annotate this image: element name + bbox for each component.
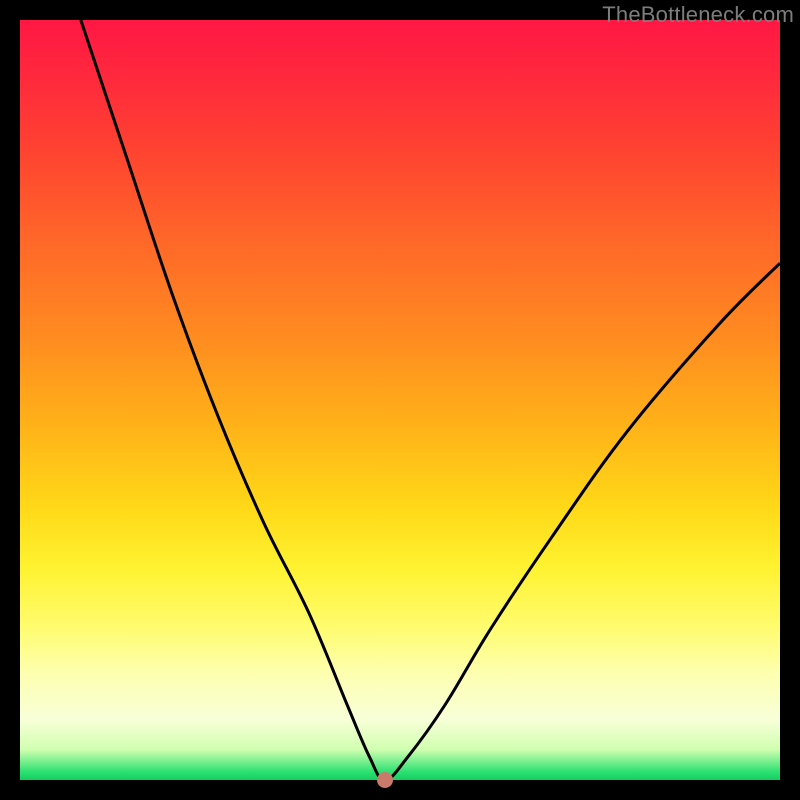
curve-svg <box>20 20 780 780</box>
plot-area <box>20 20 780 780</box>
bottleneck-curve <box>81 20 780 780</box>
chart-stage: TheBottleneck.com <box>0 0 800 800</box>
watermark-text: TheBottleneck.com <box>602 2 794 28</box>
optimum-marker <box>377 772 393 788</box>
